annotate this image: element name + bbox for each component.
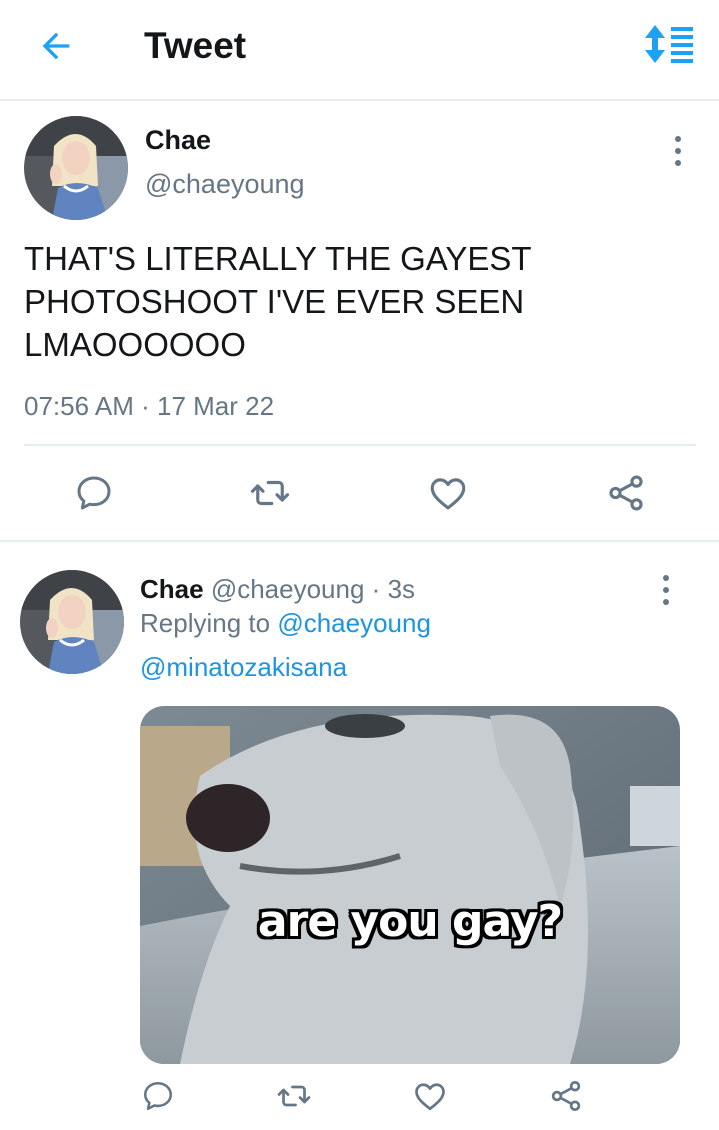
tweet-time: 07:56 AM: [24, 391, 134, 421]
more-options-button[interactable]: [664, 131, 692, 171]
dot-icon: [675, 136, 681, 142]
arrow-left-icon: [42, 32, 70, 60]
retweet-icon: [250, 480, 290, 506]
tweet-date: 17 Mar 22: [157, 391, 275, 421]
mention-link[interactable]: @minatozakisana: [140, 652, 347, 683]
sort-arrows-icon: [645, 25, 693, 63]
reply-author-line: Chae @chaeyoung · 3s: [140, 574, 415, 605]
replying-to-handle[interactable]: @chaeyoung: [277, 608, 431, 638]
share-button[interactable]: [604, 471, 648, 515]
tweet-age: 3s: [387, 574, 416, 604]
author-handle[interactable]: @chaeyoung: [211, 574, 365, 604]
meta-separator: ·: [141, 391, 150, 421]
heart-icon: [415, 1083, 445, 1111]
retweet-icon: [277, 1085, 311, 1107]
media-caption: are you gay?: [257, 896, 563, 947]
like-button[interactable]: [410, 1076, 450, 1116]
avatar-photo: [20, 570, 124, 674]
dot-icon: [663, 575, 669, 581]
meta-separator: ·: [371, 574, 381, 604]
retweet-button[interactable]: [248, 471, 292, 515]
main-tweet: Chae @chaeyoung THAT'S LITERALLY THE GAY…: [0, 103, 719, 541]
replying-to-label: Replying to: [140, 608, 271, 638]
reply-bubble-icon: [143, 1081, 173, 1111]
reply-button[interactable]: [138, 1076, 178, 1116]
avatar-photo: [24, 116, 128, 220]
share-icon: [609, 475, 643, 511]
dot-icon: [675, 148, 681, 154]
reply-button[interactable]: [72, 471, 116, 515]
reply-bubble-icon: [77, 476, 111, 510]
tweet-text: THAT'S LITERALLY THE GAYEST PHOTOSHOOT I…: [24, 240, 531, 363]
share-icon: [551, 1081, 581, 1111]
heart-icon: [430, 478, 466, 510]
page-title: Tweet: [144, 25, 247, 66]
dot-icon: [663, 587, 669, 593]
author-name[interactable]: Chae: [145, 125, 211, 156]
avatar[interactable]: [24, 116, 128, 220]
dot-icon: [663, 599, 669, 605]
back-button[interactable]: [34, 24, 78, 68]
dog-photo: [140, 706, 680, 1064]
tweet-timestamp: 07:56 AM · 17 Mar 22: [24, 391, 274, 422]
divider: [24, 444, 696, 446]
reply-tweet: Chae @chaeyoung · 3s Replying to @chaeyo…: [0, 542, 719, 1130]
media-image[interactable]: are you gay?: [140, 706, 680, 1064]
top-app-bar: Tweet: [0, 0, 719, 101]
sort-button[interactable]: [642, 22, 698, 66]
more-options-button[interactable]: [652, 570, 680, 610]
author-handle[interactable]: @chaeyoung: [145, 169, 305, 200]
dot-icon: [675, 160, 681, 166]
retweet-button[interactable]: [274, 1076, 314, 1116]
replying-to-line: Replying to @chaeyoung: [140, 608, 431, 639]
share-button[interactable]: [546, 1076, 586, 1116]
author-name[interactable]: Chae: [140, 574, 204, 604]
avatar[interactable]: [20, 570, 124, 674]
like-button[interactable]: [426, 471, 470, 515]
